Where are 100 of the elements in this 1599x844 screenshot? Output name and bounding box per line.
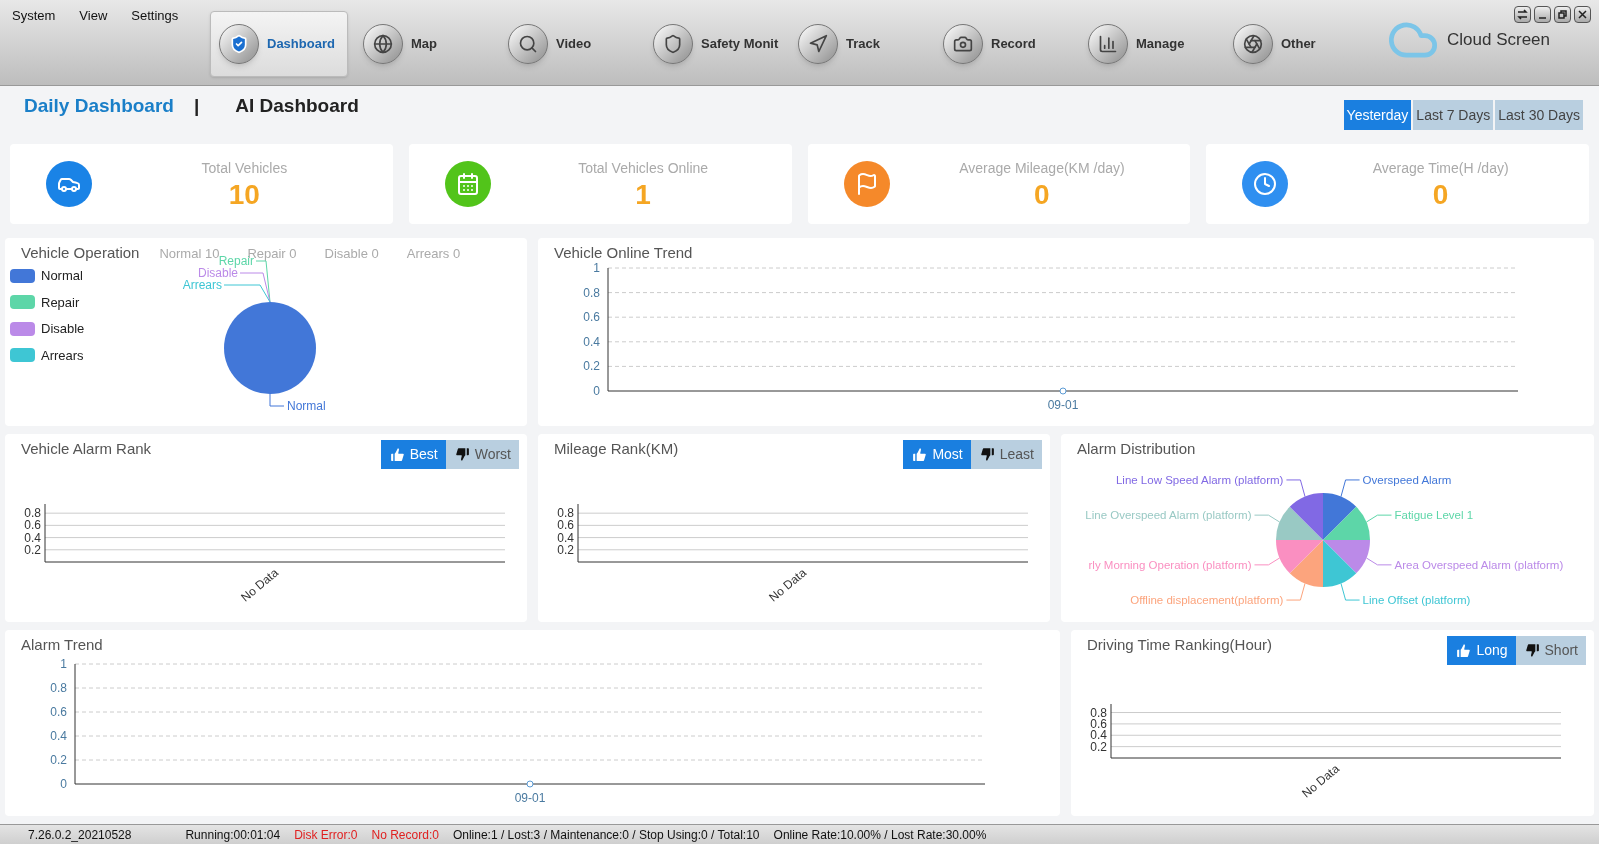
slice-label: Line Overspeed Alarm (platform) bbox=[1085, 509, 1252, 522]
stat-label: Total Vehicles bbox=[201, 158, 288, 178]
close-icon[interactable] bbox=[1574, 6, 1591, 23]
nav-tab[interactable]: Safety Monit bbox=[645, 10, 783, 77]
axis-label: 1 bbox=[60, 657, 67, 671]
pie-slice bbox=[1323, 540, 1370, 574]
axis-label: 0.2 bbox=[24, 542, 41, 557]
stat-value: 0 bbox=[1432, 178, 1449, 211]
menu-item[interactable]: System bbox=[12, 6, 56, 26]
navigation-icon bbox=[808, 33, 828, 54]
slice-label: rly Morning Operation (platform) bbox=[1088, 558, 1252, 571]
axis-label: 09-01 bbox=[1047, 398, 1079, 412]
legend-label: Arrears bbox=[41, 346, 84, 365]
pie-slice bbox=[1276, 506, 1323, 540]
pie-slice bbox=[1323, 493, 1357, 540]
legend-swatch bbox=[10, 295, 35, 310]
rank-toggle[interactable]: Long bbox=[1447, 636, 1516, 665]
restore-icon[interactable] bbox=[1554, 6, 1571, 23]
slice-label: Line Offset (platform) bbox=[1362, 594, 1471, 607]
thumbs-down-icon bbox=[978, 446, 996, 463]
legend-swatch bbox=[10, 268, 35, 283]
aperture-icon bbox=[1243, 33, 1263, 54]
leader-line bbox=[1285, 582, 1306, 601]
axis-label: No Data bbox=[766, 565, 809, 605]
status-text: 7.26.0.2_20210528 bbox=[28, 826, 132, 844]
dashboard-tab[interactable]: Daily Dashboard bbox=[20, 92, 178, 121]
legend-label: Repair bbox=[41, 293, 80, 312]
stat-label: Average Mileage(KM /day) bbox=[959, 158, 1125, 178]
pie-slice bbox=[1323, 506, 1370, 540]
count-label: Disable 0 bbox=[324, 245, 379, 263]
slice-label: Line Low Speed Alarm (platform) bbox=[1115, 473, 1284, 486]
slice-label: Offline displacement(platform) bbox=[1130, 594, 1284, 607]
period-button[interactable]: Last 7 Days bbox=[1413, 100, 1494, 130]
search-icon bbox=[518, 33, 538, 54]
menu-item[interactable]: View bbox=[79, 6, 108, 26]
axis-label: 0 bbox=[593, 384, 600, 398]
axis-label: 0.2 bbox=[50, 753, 67, 767]
stat-value: 1 bbox=[635, 178, 651, 211]
rank-toggle[interactable]: Least bbox=[970, 440, 1042, 469]
count-label: Arrears 0 bbox=[406, 245, 461, 263]
leader-line bbox=[1254, 514, 1281, 523]
leader-line bbox=[1365, 514, 1392, 523]
thumbs-up-icon bbox=[388, 446, 406, 463]
axis-label: 0.6 bbox=[50, 705, 67, 719]
stat-value: 0 bbox=[1034, 178, 1050, 211]
nav-tab[interactable]: Other bbox=[1225, 10, 1363, 77]
stat-label: Average Time(H /day) bbox=[1372, 158, 1509, 178]
legend-label: Disable bbox=[41, 320, 85, 338]
pie-slice bbox=[1289, 540, 1323, 587]
pie-slice bbox=[1289, 493, 1323, 540]
bar-chart-icon bbox=[1098, 33, 1118, 54]
slice-label: Overspeed Alarm bbox=[1362, 473, 1452, 486]
nav-tab[interactable]: Manage bbox=[1080, 10, 1218, 77]
slice-label: Area Overspeed Alarm (platform) bbox=[1394, 558, 1564, 571]
pie-slice bbox=[1323, 540, 1357, 587]
nav-tab[interactable]: Track bbox=[790, 10, 928, 77]
thumbs-down-icon bbox=[1523, 642, 1541, 659]
panel-title: Alarm Distribution bbox=[1077, 439, 1196, 459]
leader-line bbox=[1285, 479, 1306, 498]
data-point bbox=[1059, 387, 1067, 395]
status-text: Disk Error:0 bbox=[294, 826, 358, 844]
axis-label: No Data bbox=[1299, 761, 1342, 801]
axis-label: 0 bbox=[60, 777, 67, 791]
count-label: Normal 10 bbox=[159, 245, 220, 261]
data-point bbox=[526, 780, 534, 788]
axis-label: 0.4 bbox=[583, 334, 600, 349]
leader-line bbox=[1254, 557, 1281, 566]
rank-toggle[interactable]: Short bbox=[1515, 636, 1586, 665]
period-button[interactable]: Last 30 Days bbox=[1495, 100, 1583, 130]
status-text: Online:1 / Lost:3 / Maintenance:0 / Stop Using:0 / Total:10 bbox=[452, 826, 760, 844]
menu-item[interactable]: Settings bbox=[131, 6, 179, 26]
thumbs-down-icon bbox=[453, 446, 471, 463]
axis-label: 0.4 bbox=[50, 729, 67, 743]
thumbs-up-icon bbox=[911, 446, 929, 463]
period-button[interactable]: Yesterday bbox=[1343, 100, 1412, 130]
leader-line bbox=[269, 393, 285, 407]
dashboard-tab[interactable]: AI Dashboard bbox=[231, 92, 363, 121]
panel-title: Alarm Trend bbox=[21, 635, 103, 655]
leader-line bbox=[1340, 582, 1361, 601]
nav-tab[interactable]: Map bbox=[355, 10, 493, 77]
axis-label: 0.4 bbox=[24, 530, 41, 545]
panel-title: Vehicle Online Trend bbox=[554, 243, 693, 263]
axis-label: 0.2 bbox=[583, 359, 600, 374]
axis-label: No Data bbox=[238, 565, 281, 605]
minimize-icon[interactable] bbox=[1534, 6, 1551, 23]
legend-label: Normal bbox=[41, 267, 83, 285]
rank-toggle[interactable]: Best bbox=[380, 440, 446, 469]
nav-tab[interactable]: Record bbox=[935, 10, 1073, 77]
nav-tab[interactable]: Video bbox=[500, 10, 638, 77]
rank-toggle[interactable]: Most bbox=[903, 440, 971, 469]
status-text: Online Rate:10.00% / Lost Rate:30.00% bbox=[773, 826, 987, 844]
nav-tab[interactable]: Dashboard bbox=[210, 10, 348, 77]
panel-title: Vehicle Alarm Rank bbox=[21, 439, 152, 459]
rank-toggle[interactable]: Worst bbox=[445, 440, 519, 469]
panel-title: Mileage Rank(KM) bbox=[554, 439, 679, 459]
legend-swatch bbox=[10, 348, 35, 363]
swap-icon[interactable] bbox=[1514, 6, 1531, 23]
axis-label: 1 bbox=[593, 261, 600, 275]
legend-swatch bbox=[10, 321, 35, 336]
tab-separator: | bbox=[193, 94, 200, 118]
